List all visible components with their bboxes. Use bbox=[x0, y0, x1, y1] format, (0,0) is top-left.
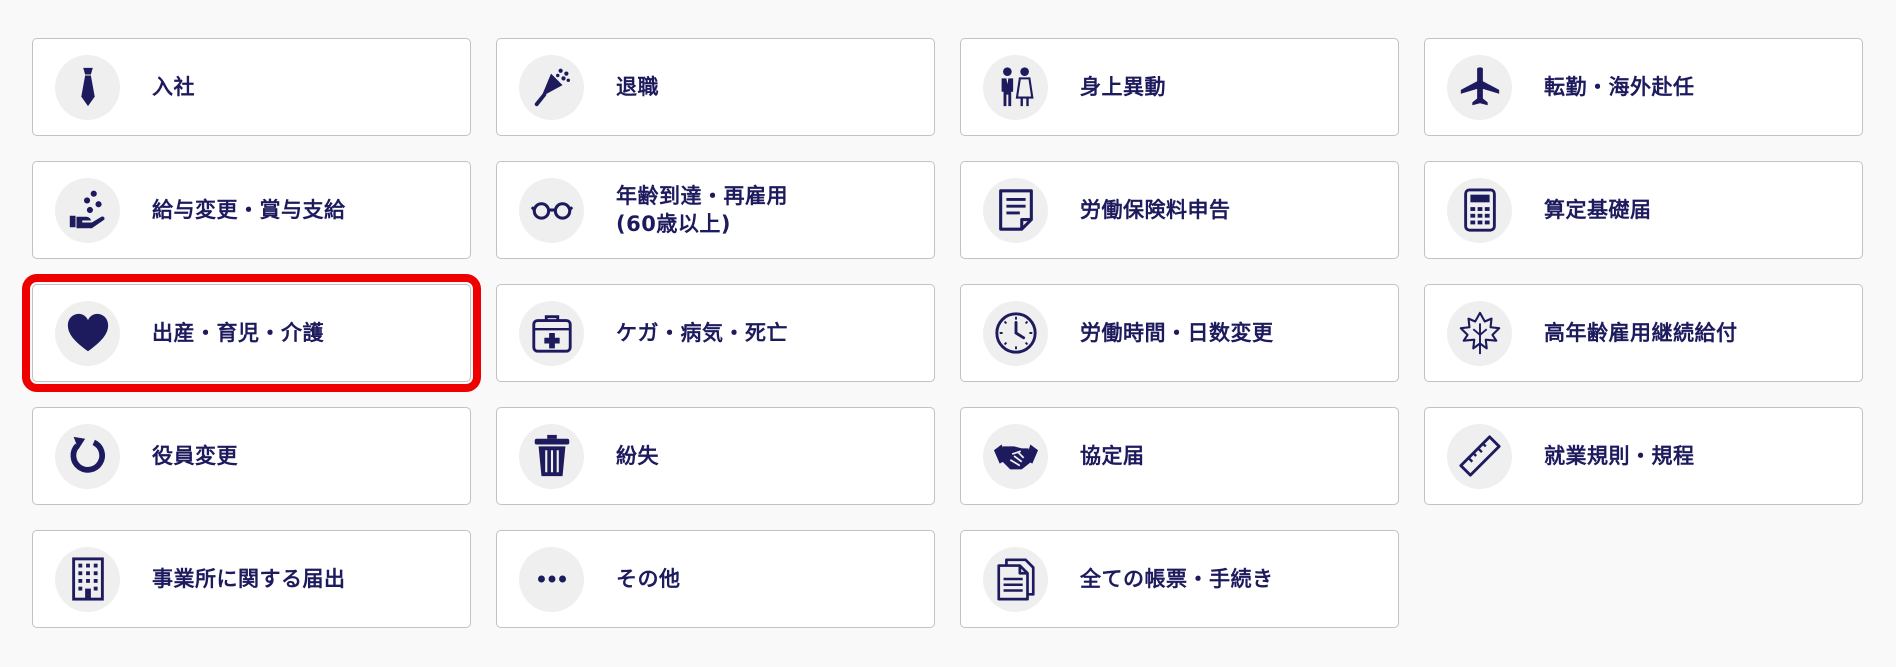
card-label: 就業規則・規程 bbox=[1544, 444, 1695, 468]
card-label: 高年齢雇用継続給付 bbox=[1544, 321, 1738, 345]
card-label: 労働保険料申告 bbox=[1080, 198, 1231, 222]
card-label: 身上異動 bbox=[1080, 75, 1166, 99]
calculator-icon bbox=[1447, 177, 1512, 243]
card-funshitsu[interactable]: 紛失 bbox=[496, 407, 935, 505]
card-label: その他 bbox=[616, 567, 681, 591]
first-aid-kit-icon bbox=[519, 300, 584, 366]
card-shussan-ikuji[interactable]: 出産・育児・介護 bbox=[22, 274, 481, 392]
card-kega-byoki[interactable]: ケガ・病気・死亡 bbox=[496, 284, 935, 382]
ellipsis-icon bbox=[519, 546, 584, 612]
card-santei-kiso[interactable]: 算定基礎届 bbox=[1424, 161, 1863, 259]
card-label: 全ての帳票・手続き bbox=[1080, 567, 1274, 591]
card-konenrei-koyo[interactable]: 高年齢雇用継続給付 bbox=[1424, 284, 1863, 382]
card-nyusha[interactable]: 入社 bbox=[32, 38, 471, 136]
card-kyotei-todoke[interactable]: 協定届 bbox=[960, 407, 1399, 505]
card-label: 年齢到達・再雇用 (60歳以上) bbox=[616, 184, 788, 236]
card-subete[interactable]: 全ての帳票・手続き bbox=[960, 530, 1399, 628]
card-yakuin-henko[interactable]: 役員変更 bbox=[32, 407, 471, 505]
card-shinjo-ido[interactable]: 身上異動 bbox=[960, 38, 1399, 136]
card-label: 協定届 bbox=[1080, 444, 1145, 468]
card-label: 紛失 bbox=[616, 444, 659, 468]
document-icon bbox=[983, 177, 1048, 243]
card-taishoku[interactable]: 退職 bbox=[496, 38, 935, 136]
card-label: 入社 bbox=[152, 75, 195, 99]
card-label: 出産・育児・介護 bbox=[152, 321, 324, 345]
card-label: ケガ・病気・死亡 bbox=[616, 321, 788, 345]
card-label: 事業所に関する届出 bbox=[152, 567, 346, 591]
clock-icon bbox=[983, 300, 1048, 366]
card-label: 役員変更 bbox=[152, 444, 238, 468]
building-icon bbox=[55, 546, 120, 612]
trash-icon bbox=[519, 423, 584, 489]
handshake-icon bbox=[983, 423, 1048, 489]
card-rodo-jikan[interactable]: 労働時間・日数変更 bbox=[960, 284, 1399, 382]
card-label: 転勤・海外赴任 bbox=[1544, 75, 1695, 99]
card-label: 算定基礎届 bbox=[1544, 198, 1652, 222]
procedure-category-grid: 入社 退職 身上異動 転勤・海外赴任給与変更・賞与支給 年齢到達・再雇用 (60歳以上)… bbox=[22, 38, 1863, 628]
glasses-icon bbox=[519, 177, 584, 243]
documents-icon bbox=[983, 546, 1048, 612]
card-label: 退職 bbox=[616, 75, 659, 99]
card-tenkin[interactable]: 転勤・海外赴任 bbox=[1424, 38, 1863, 136]
coins-hand-icon bbox=[55, 177, 120, 243]
heart-icon bbox=[55, 300, 120, 366]
wedding-couple-icon bbox=[983, 54, 1048, 120]
airplane-icon bbox=[1447, 54, 1512, 120]
card-rodo-hokenryo[interactable]: 労働保険料申告 bbox=[960, 161, 1399, 259]
card-jigyosho[interactable]: 事業所に関する届出 bbox=[32, 530, 471, 628]
card-kyuyo-henko[interactable]: 給与変更・賞与支給 bbox=[32, 161, 471, 259]
ruler-icon bbox=[1447, 423, 1512, 489]
necktie-icon bbox=[55, 54, 120, 120]
maple-leaf-icon bbox=[1447, 300, 1512, 366]
card-sonota[interactable]: その他 bbox=[496, 530, 935, 628]
card-label: 給与変更・賞与支給 bbox=[152, 198, 346, 222]
card-shugyo-kisoku[interactable]: 就業規則・規程 bbox=[1424, 407, 1863, 505]
bouquet-icon bbox=[519, 54, 584, 120]
card-nenrei-toutatsu[interactable]: 年齢到達・再雇用 (60歳以上) bbox=[496, 161, 935, 259]
card-label: 労働時間・日数変更 bbox=[1080, 321, 1274, 345]
refresh-icon bbox=[55, 423, 120, 489]
